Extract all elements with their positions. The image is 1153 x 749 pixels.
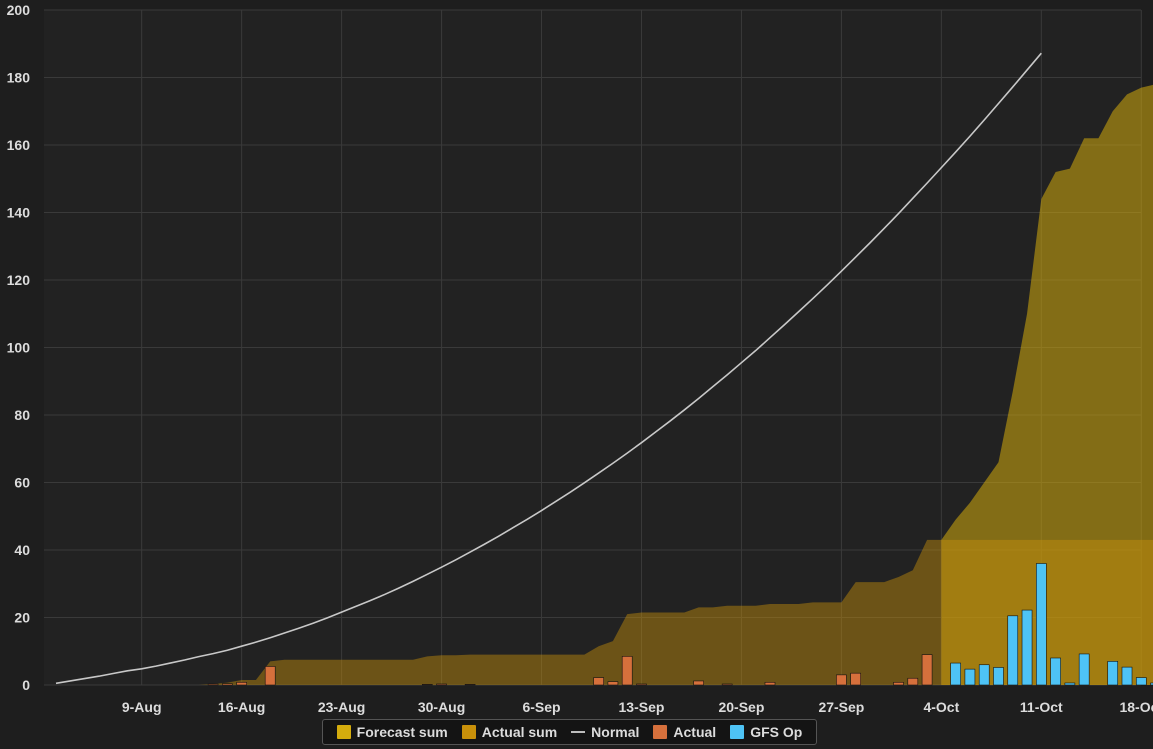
bar-actual[interactable] [764,681,776,686]
bar-actual[interactable] [421,684,433,686]
bar-gfs-op[interactable] [1007,615,1019,686]
bar-actual[interactable] [636,683,647,686]
legend-item-normal[interactable]: Normal [571,724,639,740]
legend-swatch-forecast-sum [336,725,351,739]
legend-swatch-normal [571,731,586,733]
legend-swatch-gfs-op [730,725,745,739]
bar-gfs-op[interactable] [1107,661,1119,686]
legend-label-forecast-sum: Forecast sum [356,724,448,740]
y-tick-label: 100 [7,340,31,356]
bar-gfs-op[interactable] [1121,666,1133,686]
x-tick-label: 9-Aug [122,699,162,715]
bar-actual[interactable] [222,683,233,686]
x-tick-label: 20-Sep [718,699,764,715]
bar-gfs-op[interactable] [993,667,1004,686]
legend-item-actual-sum[interactable]: Actual sum [461,724,558,740]
bar-actual[interactable] [836,674,847,686]
chart-plot: 0 20 40 60 80 100 120 140 160 180 200 9-Aug 16-Aug 23… [0,0,1153,749]
y-tick-label: 20 [14,610,30,626]
bar-actual[interactable] [593,677,604,686]
x-tick-label: 18-Oct [1119,699,1153,715]
bar-actual[interactable] [264,666,276,686]
bar-actual[interactable] [693,680,704,686]
bar-gfs-op[interactable] [1036,563,1047,686]
bar-actual[interactable] [893,681,904,686]
y-tick-label: 0 [22,677,30,693]
x-tick-label: 13-Sep [619,699,665,715]
y-tick-label: 200 [7,2,31,18]
y-tick-label: 80 [14,407,30,423]
legend-swatch-actual-sum [461,725,476,739]
chart-legend: Forecast sum Actual sum Normal Actual GF… [322,719,817,745]
bar-actual[interactable] [721,683,733,686]
y-tick-label: 40 [14,542,30,558]
bar-actual[interactable] [436,683,447,686]
legend-item-gfs-op[interactable]: GFS Op [730,724,802,740]
bar-actual[interactable] [607,681,619,686]
y-tick-label: 180 [7,70,31,86]
x-tick-label: 6-Sep [522,699,560,715]
bar-gfs-op[interactable] [978,664,990,686]
bar-actual[interactable] [464,684,476,686]
x-tick-label: 30-Aug [418,699,465,715]
y-tick-label: 160 [7,137,31,153]
bar-actual[interactable] [907,677,919,686]
chart-container: 0 20 40 60 80 100 120 140 160 180 200 9-Aug 16-Aug 23… [0,0,1153,749]
bar-gfs-op[interactable] [1135,677,1147,686]
x-tick-label: 4-Oct [923,699,959,715]
legend-label-gfs-op: GFS Op [750,724,803,740]
x-tick-label: 16-Aug [218,699,265,715]
legend-label-normal: Normal [591,724,640,740]
legend-item-actual[interactable]: Actual [653,724,716,740]
legend-swatch-actual [653,725,668,739]
x-tick-label: 23-Aug [318,699,365,715]
legend-label-actual-sum: Actual sum [481,724,558,740]
bar-gfs-op[interactable] [950,662,961,686]
x-tick-label: 11-Oct [1020,699,1063,715]
bar-gfs-op[interactable] [1021,609,1033,686]
legend-label-actual: Actual [673,724,717,740]
y-tick-label: 120 [7,272,31,288]
x-tick-label: 27-Sep [818,699,864,715]
bar-gfs-op[interactable] [1050,657,1061,686]
bar-actual[interactable] [921,654,933,686]
bar-gfs-op[interactable] [964,668,976,686]
bar-actual[interactable] [207,683,219,686]
y-tick-label: 60 [14,475,30,491]
bar-gfs-op[interactable] [1078,653,1090,686]
bar-actual[interactable] [850,672,861,686]
bar-actual[interactable] [236,681,247,686]
bar-gfs-op[interactable] [1064,682,1076,686]
y-tick-label: 140 [7,205,31,221]
legend-item-forecast-sum[interactable]: Forecast sum [336,724,448,740]
bar-actual[interactable] [621,656,633,686]
